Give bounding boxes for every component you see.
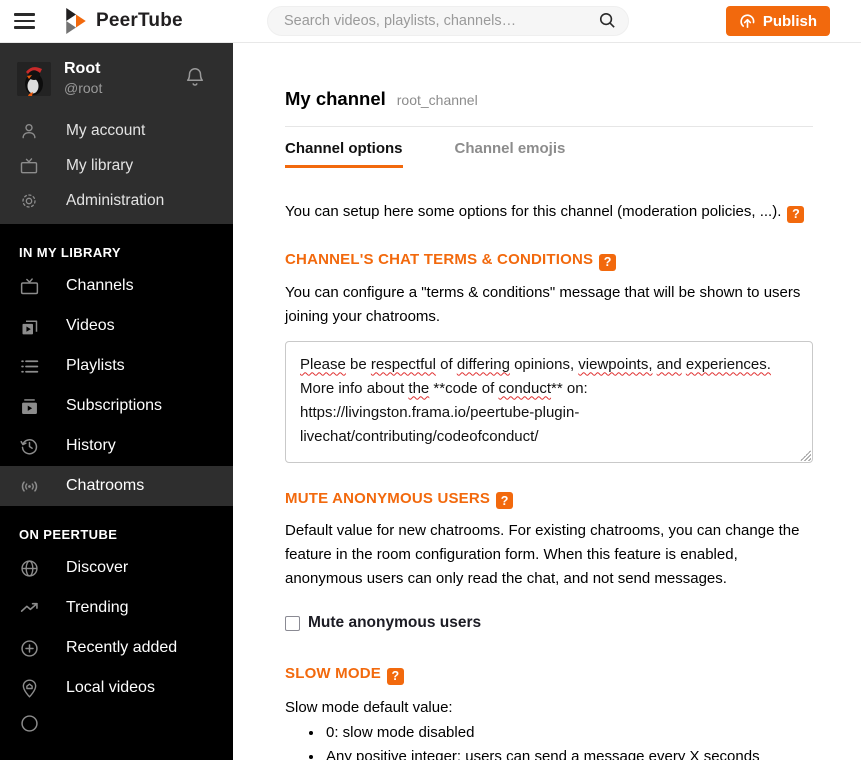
sidebar-item-my-account[interactable]: My account xyxy=(0,113,233,148)
gear-icon xyxy=(19,191,39,211)
mute-checkbox-label[interactable]: Mute anonymous users xyxy=(308,614,481,632)
tab-channel-options[interactable]: Channel options xyxy=(285,140,403,168)
peertube-logo-icon xyxy=(65,8,87,34)
tv-icon xyxy=(19,156,39,176)
sidebar-item-label: Subscriptions xyxy=(66,397,163,414)
mute-anonymous-checkbox[interactable] xyxy=(285,615,300,631)
chatrooms-broadcast-icon xyxy=(19,476,40,497)
sidebar-item-label: Trending xyxy=(66,599,129,616)
hamburger-icon xyxy=(13,9,35,33)
top-header: PeerTube Publish xyxy=(0,0,861,43)
sidebar-item-label: My library xyxy=(66,156,134,174)
sidebar: Root @root My account My library Adminis… xyxy=(0,43,233,760)
intro-text: You can setup here some options for this… xyxy=(285,200,813,224)
mute-heading: MUTE ANONYMOUS USERS? xyxy=(285,490,813,509)
sidebar-item-label: Local videos xyxy=(66,679,155,696)
sidebar-item-chatrooms[interactable]: Chatrooms xyxy=(0,466,233,506)
avatar[interactable] xyxy=(17,62,51,96)
sidebar-item-label: Administration xyxy=(66,191,165,209)
history-clock-icon xyxy=(19,436,40,457)
page-head: My channel root_channel xyxy=(285,88,813,110)
sidebar-item-playlists[interactable]: Playlists xyxy=(0,346,233,386)
sidebar-item-local-videos[interactable]: Local videos xyxy=(0,668,233,708)
sidebar-item-administration[interactable]: Administration xyxy=(0,183,233,218)
playlist-icon xyxy=(19,356,40,377)
help-icon[interactable]: ? xyxy=(599,253,617,271)
subscriptions-icon xyxy=(19,396,40,417)
bullet-item: 0: slow mode disabled xyxy=(324,721,813,746)
slow-mode-heading: SLOW MODE? xyxy=(285,665,813,685)
help-icon[interactable]: ? xyxy=(386,667,404,685)
search-bar xyxy=(267,6,629,36)
page-title: My channel xyxy=(285,88,386,109)
sidebar-item-label: Playlists xyxy=(66,357,125,374)
sidebar-item-label: Recently added xyxy=(66,639,178,656)
notifications-bell-icon[interactable] xyxy=(184,65,206,92)
sidebar-item-label: Chatrooms xyxy=(66,477,145,494)
slow-mode-bullet-list: 0: slow mode disabled Any positive integ… xyxy=(324,721,813,760)
terms-textarea[interactable]: Please be respectful of differing opinio… xyxy=(285,340,813,463)
sidebar-item-label: My account xyxy=(66,121,146,139)
sidebar-item-subscriptions[interactable]: Subscriptions xyxy=(0,386,233,426)
user-row[interactable]: Root @root xyxy=(0,43,233,113)
user-name: Root xyxy=(64,60,101,77)
terms-description: You can configure a "terms & conditions"… xyxy=(285,283,801,325)
globe-icon xyxy=(19,558,40,579)
sidebar-item-label: Channels xyxy=(66,277,134,294)
divider xyxy=(285,126,813,127)
videos-icon xyxy=(19,316,40,337)
publish-label: Publish xyxy=(762,12,817,30)
circle-icon xyxy=(19,713,40,734)
sidebar-item-channels[interactable]: Channels xyxy=(0,266,233,306)
mute-checkbox-row: Mute anonymous users xyxy=(285,614,813,632)
sidebar-item-history[interactable]: History xyxy=(0,426,233,466)
peertube-logo[interactable]: PeerTube xyxy=(65,8,183,34)
tab-channel-emojis[interactable]: Channel emojis xyxy=(455,140,566,168)
menu-toggle-button[interactable] xyxy=(0,0,48,42)
brand-title: PeerTube xyxy=(96,10,183,31)
sidebar-item-partial[interactable] xyxy=(0,708,233,738)
home-pin-icon xyxy=(19,678,40,699)
channel-handle: root_channel xyxy=(396,92,478,108)
sidebar-item-trending[interactable]: Trending xyxy=(0,588,233,628)
sidebar-item-my-library[interactable]: My library xyxy=(0,148,233,183)
section-title-on-peertube: ON PEERTUBE xyxy=(19,527,118,542)
publish-button[interactable]: Publish xyxy=(725,6,830,36)
terms-heading: CHANNEL'S CHAT TERMS & CONDITIONS? xyxy=(285,251,813,271)
trending-icon xyxy=(19,598,40,619)
bullet-item: Any positive integer: users can send a m… xyxy=(324,745,813,760)
mute-description: Default value for new chatrooms. For exi… xyxy=(285,522,800,587)
section-title-in-my-library: IN MY LIBRARY xyxy=(19,245,121,260)
main-content: My channel root_channel Channel options … xyxy=(233,43,861,760)
slow-mode-intro: Slow mode default value: xyxy=(285,698,453,716)
search-input[interactable] xyxy=(267,6,629,36)
sidebar-item-discover[interactable]: Discover xyxy=(0,548,233,588)
sidebar-item-label: Discover xyxy=(66,559,129,576)
help-icon[interactable]: ? xyxy=(496,492,514,509)
upload-icon xyxy=(739,13,756,30)
sidebar-item-label: Videos xyxy=(66,317,115,334)
sidebar-item-label: History xyxy=(66,437,116,454)
person-icon xyxy=(19,121,39,141)
sidebar-item-recently-added[interactable]: Recently added xyxy=(0,628,233,668)
help-icon[interactable]: ? xyxy=(787,205,805,223)
search-icon[interactable] xyxy=(598,11,617,35)
tv-icon xyxy=(19,276,40,297)
tab-bar: Channel options Channel emojis xyxy=(285,140,813,168)
sidebar-item-videos[interactable]: Videos xyxy=(0,306,233,346)
plus-circle-icon xyxy=(19,638,40,659)
sidebar-user-panel: Root @root My account My library Adminis… xyxy=(0,43,233,224)
user-handle: @root xyxy=(64,80,103,96)
